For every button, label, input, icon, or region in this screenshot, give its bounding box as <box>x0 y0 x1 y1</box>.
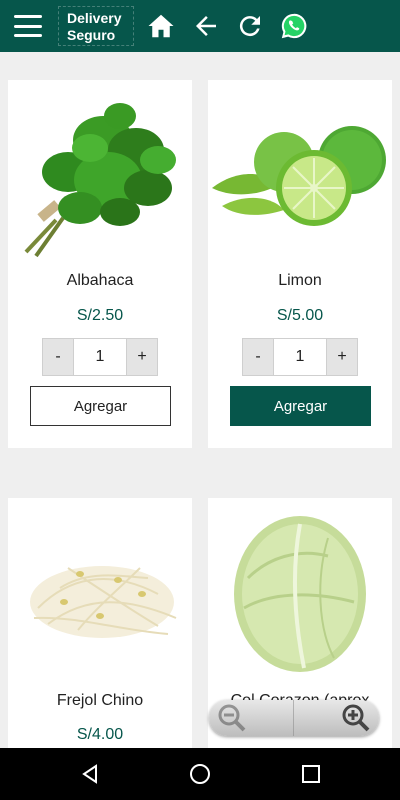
home-circle-icon[interactable] <box>186 760 214 788</box>
bean-sprouts-image <box>8 498 192 678</box>
decrement-button[interactable]: - <box>42 338 74 376</box>
zoom-control <box>209 700 379 736</box>
home-icon[interactable] <box>145 10 177 42</box>
quantity-input[interactable]: 1 <box>274 338 326 376</box>
product-name: Frejol Chino <box>56 692 144 709</box>
recents-square-icon[interactable] <box>297 760 325 788</box>
back-triangle-icon[interactable] <box>76 760 104 788</box>
quantity-stepper: - 1 + <box>42 338 158 376</box>
system-navigation-bar <box>0 748 400 800</box>
add-to-cart-button[interactable]: Agregar <box>30 386 171 426</box>
product-name: Limon <box>278 272 322 289</box>
product-name: Albahaca <box>66 272 134 289</box>
app-bar: Delivery Seguro <box>0 0 400 52</box>
decrement-button[interactable]: - <box>242 338 274 376</box>
zoom-out-button[interactable] <box>209 700 294 736</box>
refresh-icon[interactable] <box>234 10 266 42</box>
zoom-in-button[interactable] <box>294 700 379 736</box>
product-grid[interactable]: Albahaca S/2.50 - 1 + Agregar Limon S/5.… <box>0 52 400 748</box>
basil-image <box>8 80 192 260</box>
increment-button[interactable]: + <box>126 338 158 376</box>
product-price: S/5.00 <box>276 307 324 324</box>
brand-line-2: Seguro <box>67 27 116 43</box>
product-price: S/2.50 <box>76 307 124 324</box>
back-arrow-icon[interactable] <box>190 10 222 42</box>
whatsapp-icon[interactable] <box>278 10 310 42</box>
zoom-out-icon <box>218 704 246 732</box>
brand-logo[interactable]: Delivery Seguro <box>58 6 134 46</box>
zoom-in-icon <box>342 704 370 732</box>
product-card: Limon S/5.00 - 1 + Agregar <box>208 80 392 448</box>
quantity-input[interactable]: 1 <box>74 338 126 376</box>
brand-line-1: Delivery <box>67 10 122 26</box>
cabbage-image <box>208 498 392 678</box>
product-card: Frejol Chino S/4.00 <box>8 498 192 748</box>
increment-button[interactable]: + <box>326 338 358 376</box>
lime-image <box>208 80 392 260</box>
quantity-stepper: - 1 + <box>242 338 358 376</box>
product-price: S/4.00 <box>76 726 124 743</box>
menu-icon[interactable] <box>14 15 42 37</box>
add-to-cart-button[interactable]: Agregar <box>230 386 371 426</box>
product-card: Albahaca S/2.50 - 1 + Agregar <box>8 80 192 448</box>
